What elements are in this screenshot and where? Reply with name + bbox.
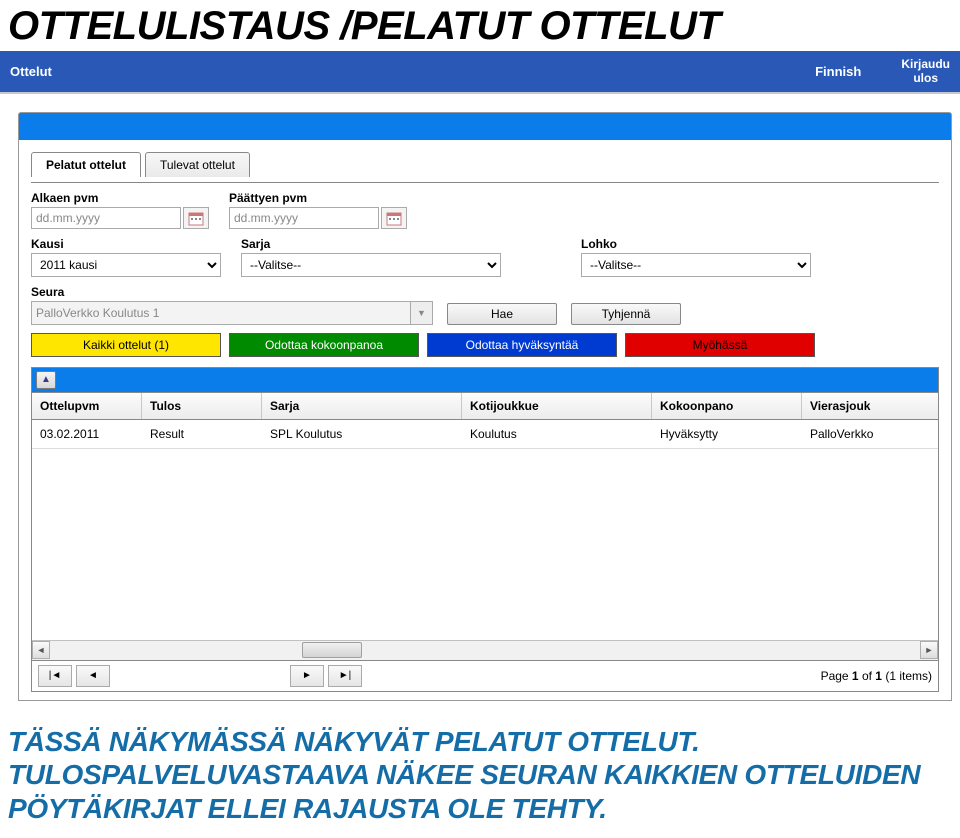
prev-page-button[interactable]: ◄ xyxy=(76,665,110,687)
logout-line1: Kirjaudu xyxy=(901,57,950,71)
cell-series: SPL Koulutus xyxy=(262,420,462,448)
club-input xyxy=(31,301,411,325)
label-club: Seura xyxy=(31,285,433,299)
cell-away: PalloVerkko xyxy=(802,420,938,448)
cell-result: Result xyxy=(142,420,262,448)
to-date-input[interactable] xyxy=(229,207,379,229)
results-grid: Ottelupvm Tulos Sarja Kotijoukkue Kokoon… xyxy=(31,393,939,692)
col-result[interactable]: Tulos xyxy=(142,393,262,419)
cell-home: Koulutus xyxy=(462,420,652,448)
status-all[interactable]: Kaikki ottelut (1) xyxy=(31,333,221,357)
horizontal-scrollbar[interactable]: ◄ ► xyxy=(32,640,938,660)
label-from-date: Alkaen pvm xyxy=(31,191,209,205)
cell-lineup: Hyväksytty xyxy=(652,420,802,448)
tab-played[interactable]: Pelatut ottelut xyxy=(31,152,141,177)
tabs: Pelatut ottelut Tulevat ottelut xyxy=(31,152,939,177)
caption: TÄSSÄ NÄKYMÄSSÄ NÄKYVÄT PELATUT OTTELUT.… xyxy=(0,707,960,832)
label-series: Sarja xyxy=(241,237,501,251)
label-to-date: Päättyen pvm xyxy=(229,191,407,205)
pager-text: Page 1 of 1 (1 items) xyxy=(821,669,932,683)
nav-ottelut[interactable]: Ottelut xyxy=(10,64,815,79)
grid-header-bar: ▲ xyxy=(31,367,939,393)
col-series[interactable]: Sarja xyxy=(262,393,462,419)
grid-header-row: Ottelupvm Tulos Sarja Kotijoukkue Kokoon… xyxy=(32,393,938,420)
nav-logout[interactable]: Kirjaudu ulos xyxy=(901,57,950,86)
filter-panel: Pelatut ottelut Tulevat ottelut Alkaen p… xyxy=(18,140,952,701)
chevron-down-icon[interactable]: ▼ xyxy=(411,301,433,325)
panel-header xyxy=(18,112,952,140)
scroll-right-icon[interactable]: ► xyxy=(920,641,938,659)
status-lineup[interactable]: Odottaa kokoonpanoa xyxy=(229,333,419,357)
next-page-button[interactable]: ► xyxy=(290,665,324,687)
first-page-button[interactable]: |◄ xyxy=(38,665,72,687)
pager: |◄ ◄ ► ►| Page 1 of 1 (1 items) xyxy=(32,660,938,691)
search-button[interactable]: Hae xyxy=(447,303,557,325)
last-page-button[interactable]: ►| xyxy=(328,665,362,687)
title-sub: PELATUT OTTELUT xyxy=(351,4,721,48)
calendar-icon[interactable] xyxy=(183,207,209,229)
season-select[interactable]: 2011 kausi xyxy=(31,253,221,277)
col-away[interactable]: Vierasjouk xyxy=(802,393,938,419)
col-home[interactable]: Kotijoukkue xyxy=(462,393,652,419)
status-late[interactable]: Myöhässä xyxy=(625,333,815,357)
tab-underline xyxy=(31,182,939,183)
caption-line2: TULOSPALVELUVASTAAVA NÄKEE SEURAN KAIKKI… xyxy=(8,759,920,824)
series-select[interactable]: --Valitse-- xyxy=(241,253,501,277)
page-title: OTTELULISTAUS /PELATUT OTTELUT xyxy=(0,0,960,51)
group-select[interactable]: --Valitse-- xyxy=(581,253,811,277)
cell-date: 03.02.2011 xyxy=(32,420,142,448)
status-approve[interactable]: Odottaa hyväksyntää xyxy=(427,333,617,357)
nav-language[interactable]: Finnish xyxy=(815,64,861,79)
topbar: Ottelut Finnish Kirjaudu ulos xyxy=(0,51,960,92)
from-date-input[interactable] xyxy=(31,207,181,229)
scroll-thumb[interactable] xyxy=(302,642,362,658)
clear-button[interactable]: Tyhjennä xyxy=(571,303,681,325)
grid-body: 03.02.2011 Result SPL Koulutus Koulutus … xyxy=(32,420,938,640)
label-season: Kausi xyxy=(31,237,221,251)
col-date[interactable]: Ottelupvm xyxy=(32,393,142,419)
label-group: Lohko xyxy=(581,237,811,251)
scroll-left-icon[interactable]: ◄ xyxy=(32,641,50,659)
tab-upcoming[interactable]: Tulevat ottelut xyxy=(145,152,250,177)
caption-line1: TÄSSÄ NÄKYMÄSSÄ NÄKYVÄT PELATUT OTTELUT. xyxy=(8,726,700,757)
collapse-icon[interactable]: ▲ xyxy=(36,371,56,389)
col-lineup[interactable]: Kokoonpano xyxy=(652,393,802,419)
status-filters: Kaikki ottelut (1) Odottaa kokoonpanoa O… xyxy=(31,333,939,357)
title-main: OTTELULISTAUS / xyxy=(8,4,351,48)
logout-line2: ulos xyxy=(901,71,950,85)
calendar-icon[interactable] xyxy=(381,207,407,229)
table-row[interactable]: 03.02.2011 Result SPL Koulutus Koulutus … xyxy=(32,420,938,449)
